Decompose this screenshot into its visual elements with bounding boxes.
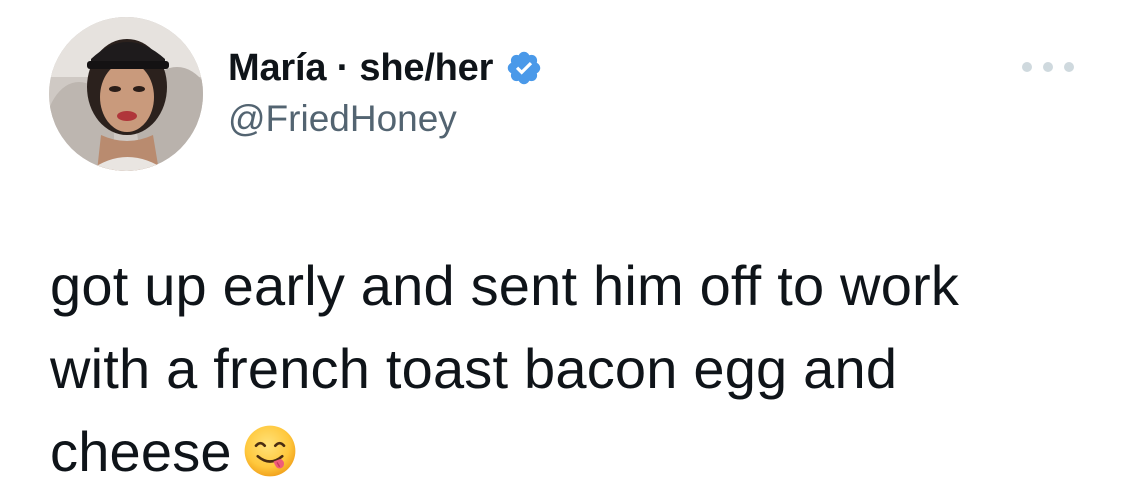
more-options-icon[interactable] bbox=[1022, 54, 1074, 80]
tweet-header: María · she/her @FriedHoney bbox=[228, 44, 543, 140]
display-name[interactable]: María · she/her bbox=[228, 47, 493, 90]
tweet-card: María · she/her @FriedHoney got up early… bbox=[0, 0, 1125, 495]
face-savoring-food-icon bbox=[244, 425, 296, 477]
name-row: María · she/her bbox=[228, 44, 543, 92]
verified-badge-icon bbox=[507, 51, 541, 85]
more-dot bbox=[1064, 62, 1074, 72]
avatar[interactable] bbox=[49, 17, 203, 171]
user-handle[interactable]: @FriedHoney bbox=[228, 98, 543, 140]
avatar-image bbox=[49, 17, 203, 171]
tweet-text: got up early and sent him off to work wi… bbox=[50, 244, 1100, 493]
more-dot bbox=[1043, 62, 1053, 72]
more-dot bbox=[1022, 62, 1032, 72]
tweet-body: got up early and sent him off to work wi… bbox=[50, 254, 960, 483]
